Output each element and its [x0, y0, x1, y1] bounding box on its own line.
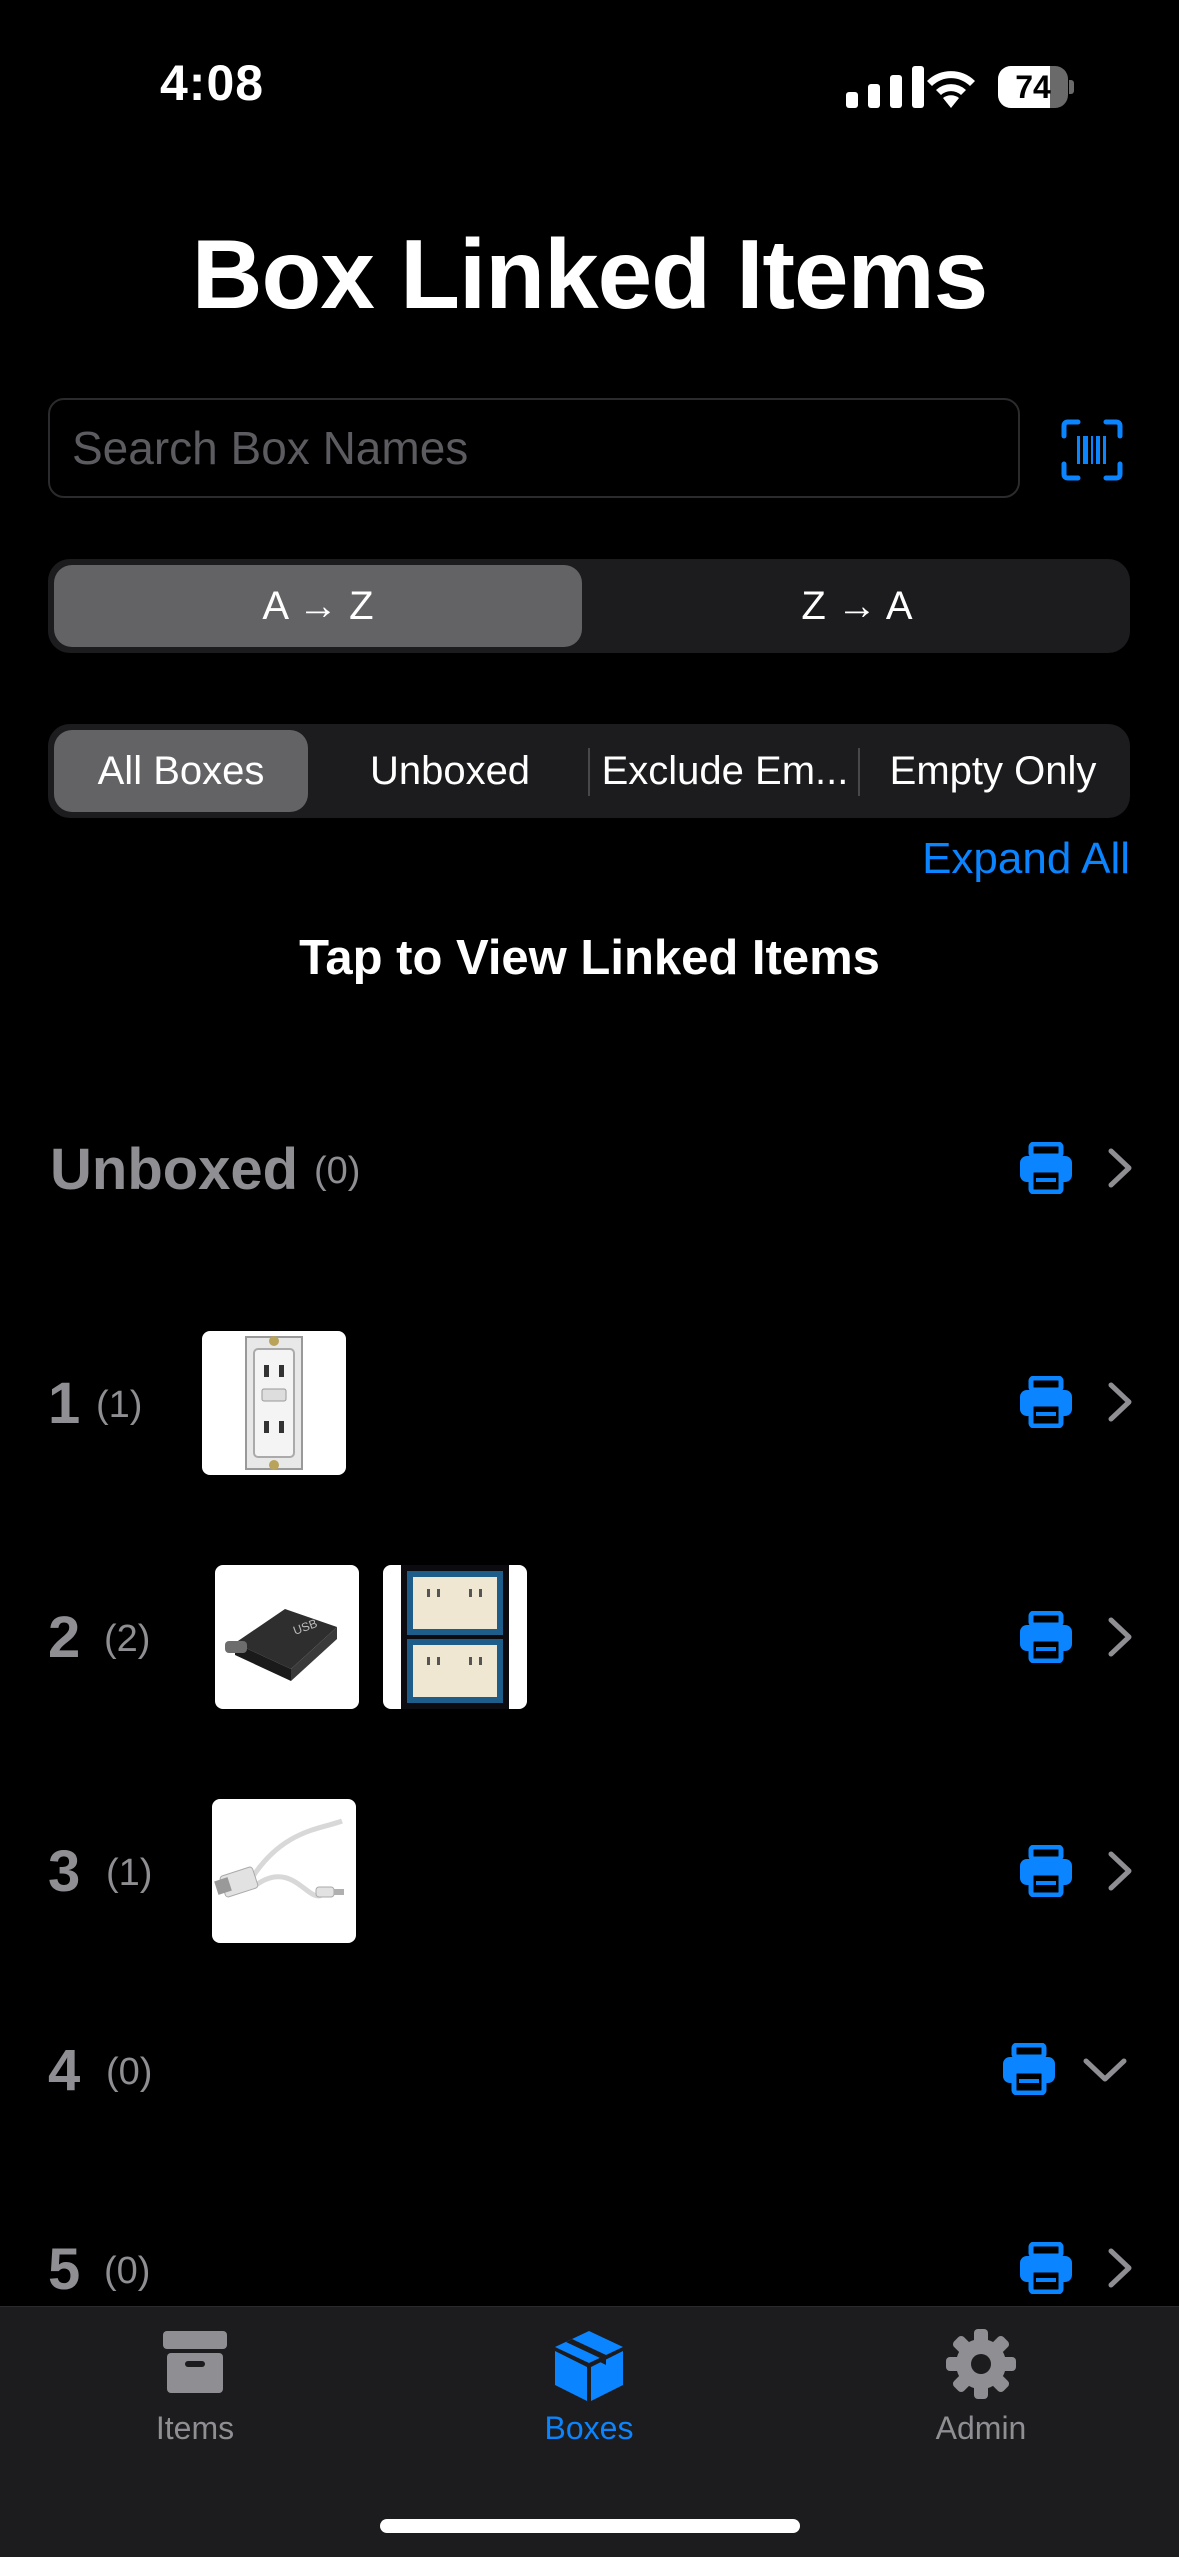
gear-icon — [946, 2329, 1016, 2399]
lightning-cable-image — [214, 1818, 344, 1899]
battery-icon: 74 — [998, 66, 1074, 108]
segment-divider — [858, 748, 860, 796]
box-row-3[interactable] — [0, 1800, 1179, 1950]
tab-items[interactable]: Items — [95, 2327, 295, 2447]
item-thumbnail[interactable] — [202, 1331, 346, 1475]
filter-all-boxes[interactable]: All Boxes — [54, 730, 308, 812]
box-name: 4 — [48, 2038, 81, 2103]
sort-option-a-z[interactable]: A → Z — [54, 565, 582, 647]
box-row-1[interactable] — [0, 1330, 1179, 1480]
outlet-splitters-image — [401, 1565, 509, 1709]
chevron-right-icon[interactable] — [1103, 1381, 1137, 1423]
chevron-right-icon[interactable] — [1103, 1147, 1137, 1189]
chevron-down-icon[interactable] — [1082, 2053, 1128, 2087]
box-name: Unboxed — [50, 1137, 299, 1202]
print-icon[interactable] — [1017, 1142, 1075, 1194]
print-icon[interactable] — [1017, 1376, 1075, 1428]
box-item-count: (0) — [104, 2250, 151, 2292]
archive-box-icon — [163, 2331, 227, 2393]
item-thumbnail[interactable] — [212, 1799, 356, 1943]
box-row-5[interactable] — [0, 2220, 1179, 2306]
box-name: 1 — [48, 1371, 81, 1436]
battery-level: 74 — [1015, 69, 1051, 105]
print-icon[interactable] — [1017, 1845, 1075, 1897]
tab-label: Items — [155, 2410, 235, 2446]
box-item-count: (2) — [104, 1618, 151, 1660]
chevron-right-icon[interactable] — [1103, 2247, 1137, 2289]
item-thumbnail[interactable] — [383, 1565, 527, 1709]
box-item-count: (0) — [106, 2051, 153, 2093]
home-indicator — [380, 2519, 800, 2533]
box-item-count: (0) — [314, 1150, 361, 1192]
tab-boxes[interactable]: Boxes — [489, 2327, 689, 2447]
segment-divider — [588, 748, 590, 796]
filter-unboxed[interactable]: Unboxed — [316, 730, 584, 812]
box-name: 2 — [48, 1605, 81, 1670]
print-icon[interactable] — [1017, 1611, 1075, 1663]
filter-segmented-control: All Boxes Unboxed Exclude Em... Empty On… — [48, 724, 1130, 818]
cellular-signal-icon — [846, 66, 926, 108]
cube-icon — [555, 2331, 623, 2401]
search-input[interactable] — [50, 400, 1018, 496]
box-name: 5 — [48, 2237, 81, 2302]
chevron-right-icon[interactable] — [1103, 1850, 1137, 1892]
filter-empty-only[interactable]: Empty Only — [862, 730, 1124, 812]
expand-all-button[interactable]: Expand All — [922, 834, 1130, 884]
print-icon[interactable] — [1017, 2242, 1075, 2294]
sort-segmented-control: A → Z Z → A — [48, 559, 1130, 653]
box-item-count: (1) — [96, 1384, 143, 1426]
print-icon[interactable] — [1000, 2043, 1058, 2095]
usb-c-adapter-image: USB — [225, 1609, 337, 1681]
barcode-scan-icon[interactable] — [1060, 418, 1124, 482]
hint-text: Tap to View Linked Items — [299, 931, 880, 985]
wifi-icon — [927, 71, 975, 108]
box-item-count: (1) — [106, 1852, 153, 1894]
filter-exclude-empty[interactable]: Exclude Em... — [592, 730, 858, 812]
status-time: 4:08 — [160, 55, 265, 111]
tab-admin[interactable]: Admin — [881, 2327, 1081, 2447]
page-title: Box Linked Items — [191, 219, 988, 329]
item-thumbnail[interactable]: USB — [215, 1565, 359, 1709]
box-row-2[interactable] — [0, 1565, 1179, 1715]
box-name: 3 — [48, 1839, 81, 1904]
gfci-outlet-image — [245, 1336, 303, 1470]
tab-label: Admin — [935, 2410, 1027, 2446]
chevron-right-icon[interactable] — [1103, 1616, 1137, 1658]
search-field[interactable] — [48, 398, 1020, 498]
sort-option-z-a[interactable]: Z → A — [590, 565, 1124, 647]
tab-label: Boxes — [544, 2410, 634, 2446]
